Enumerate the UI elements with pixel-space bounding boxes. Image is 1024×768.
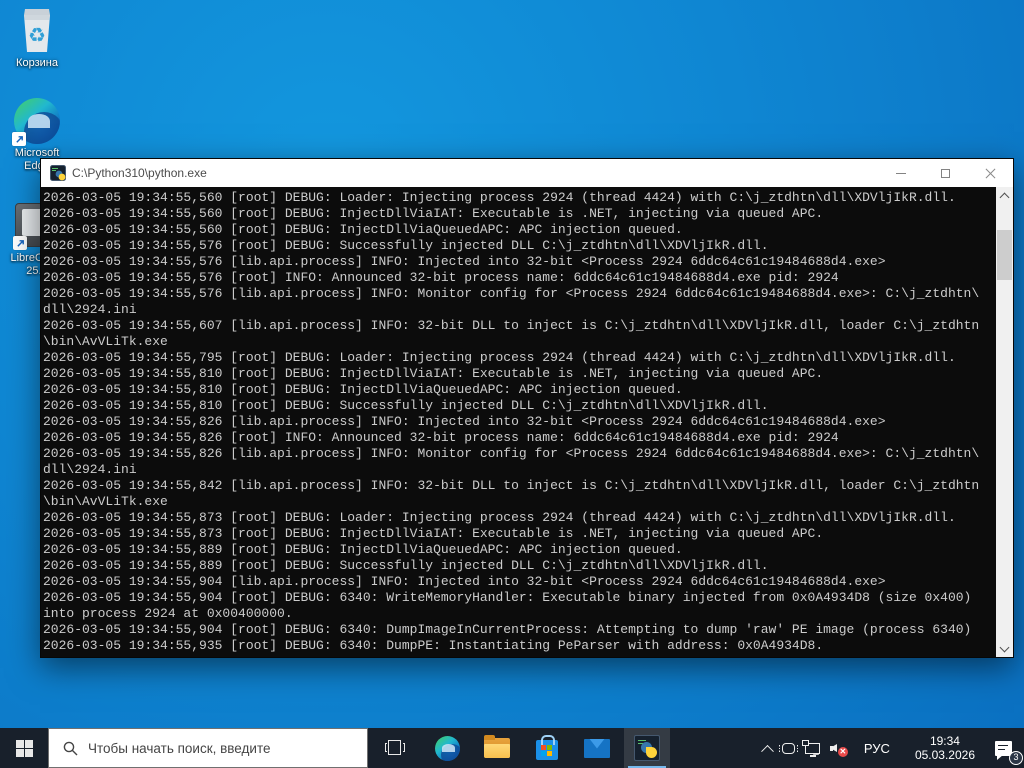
console-line: 2026-03-05 19:34:55,904 [root] DEBUG: 63…	[43, 590, 972, 605]
python-console-icon	[634, 735, 660, 761]
console-line: 2026-03-05 19:34:55,576 [lib.api.process…	[43, 254, 886, 269]
console-line: 2026-03-05 19:34:55,826 [lib.api.process…	[43, 446, 980, 461]
recycle-bin-label: Корзина	[16, 57, 58, 69]
language-label: РУС	[863, 740, 890, 756]
console-line: \bin\AvVLiTk.exe	[43, 494, 168, 509]
volume-muted-icon: ✕	[829, 741, 848, 757]
console-line: 2026-03-05 19:34:55,873 [root] DEBUG: Lo…	[43, 510, 956, 525]
console-titlebar[interactable]: C:\Python310\python.exe	[41, 159, 1013, 187]
taskbar: ✕ РУС 19:34 05.03.2026 3	[0, 728, 1024, 768]
taskbar-edge-button[interactable]	[424, 728, 470, 768]
console-line: 2026-03-05 19:34:55,560 [root] DEBUG: In…	[43, 206, 824, 221]
recycle-bin-icon: ♻	[17, 6, 57, 54]
clock-date: 05.03.2026	[914, 748, 975, 762]
start-button[interactable]	[0, 728, 48, 768]
console-line: 2026-03-05 19:34:55,576 [root] INFO: Ann…	[43, 270, 839, 285]
desktop: ♻ Корзина Microsoft Edge LibreOffice 25.…	[0, 0, 1024, 768]
clock-time: 19:34	[929, 734, 960, 748]
chevron-up-icon	[761, 744, 774, 758]
maximize-icon	[941, 168, 950, 178]
tray-expand-button[interactable]	[758, 728, 777, 768]
task-view-button[interactable]	[372, 728, 418, 768]
clock[interactable]: 19:34 05.03.2026	[903, 728, 987, 768]
console-line: 2026-03-05 19:34:55,560 [root] DEBUG: Lo…	[43, 190, 956, 205]
console-line: 2026-03-05 19:34:55,607 [lib.api.process…	[43, 318, 980, 333]
console-line: dll\2924.ini	[43, 462, 137, 477]
console-line: 2026-03-05 19:34:55,810 [root] DEBUG: Su…	[43, 398, 769, 413]
search-input[interactable]	[88, 740, 328, 756]
taskbar-mail-button[interactable]	[574, 728, 620, 768]
tray-device-button[interactable]	[777, 728, 800, 768]
tray-volume-button[interactable]: ✕	[825, 728, 851, 768]
desktop-icon-recycle-bin[interactable]: ♻ Корзина	[0, 6, 74, 70]
taskbar-explorer-button[interactable]	[474, 728, 520, 768]
console-body: 2026-03-05 19:34:55,560 [root] DEBUG: Lo…	[41, 187, 1013, 657]
close-button[interactable]	[968, 159, 1013, 187]
close-icon	[985, 168, 996, 179]
device-icon	[778, 742, 798, 754]
console-line: 2026-03-05 19:34:55,889 [root] DEBUG: In…	[43, 542, 683, 557]
scrollbar[interactable]	[996, 187, 1013, 657]
taskbar-store-button[interactable]	[524, 728, 570, 768]
language-indicator[interactable]: РУС	[851, 728, 903, 768]
shortcut-arrow-icon	[12, 132, 26, 146]
console-line: dll\2924.ini	[43, 302, 137, 317]
minimize-button[interactable]	[878, 159, 923, 187]
notification-badge: 3	[1009, 751, 1023, 765]
console-line: 2026-03-05 19:34:55,889 [root] DEBUG: Su…	[43, 558, 769, 573]
console-line: 2026-03-05 19:34:55,904 [lib.api.process…	[43, 574, 886, 589]
task-view-icon	[385, 740, 405, 756]
console-line: 2026-03-05 19:34:55,810 [root] DEBUG: In…	[43, 382, 683, 397]
taskbar-python-button[interactable]	[624, 728, 670, 768]
console-line: 2026-03-05 19:34:55,795 [root] DEBUG: Lo…	[43, 350, 956, 365]
console-line: 2026-03-05 19:34:55,842 [lib.api.process…	[43, 478, 980, 493]
console-line: 2026-03-05 19:34:55,810 [root] DEBUG: In…	[43, 366, 824, 381]
console-line: 2026-03-05 19:34:55,904 [root] DEBUG: 63…	[43, 622, 972, 637]
minimize-icon	[895, 172, 906, 174]
mute-badge-icon: ✕	[837, 747, 848, 757]
console-line: 2026-03-05 19:34:55,826 [root] INFO: Ann…	[43, 430, 839, 445]
shortcut-arrow-icon	[13, 236, 27, 250]
python-console-icon	[50, 165, 66, 181]
console-output: 2026-03-05 19:34:55,560 [root] DEBUG: Lo…	[41, 187, 996, 657]
scrollbar-thumb[interactable]	[997, 230, 1012, 280]
mail-icon	[584, 738, 610, 758]
console-line: into process 2924 at 0x00400000.	[43, 606, 293, 621]
network-icon	[801, 739, 820, 757]
window-title: C:\Python310\python.exe	[72, 166, 207, 180]
console-line: 2026-03-05 19:34:55,935 [root] DEBUG: 63…	[43, 638, 824, 653]
system-tray: ✕ РУС 19:34 05.03.2026 3	[758, 728, 1024, 768]
file-explorer-icon	[484, 735, 510, 758]
taskbar-search[interactable]	[48, 728, 368, 768]
console-line: 2026-03-05 19:34:55,826 [lib.api.process…	[43, 414, 886, 429]
action-center-button[interactable]: 3	[987, 728, 1024, 768]
maximize-button[interactable]	[923, 159, 968, 187]
edge-icon	[434, 735, 460, 761]
console-window: C:\Python310\python.exe 2026-03-05 19:34…	[40, 158, 1014, 658]
scroll-up-icon[interactable]	[996, 187, 1013, 204]
console-line: 2026-03-05 19:34:55,576 [root] DEBUG: Su…	[43, 238, 769, 253]
console-line: 2026-03-05 19:34:55,560 [root] DEBUG: In…	[43, 222, 683, 237]
search-icon	[63, 741, 78, 755]
scrollbar-track[interactable]	[996, 204, 1013, 640]
windows-logo-icon	[15, 739, 33, 757]
console-line: 2026-03-05 19:34:55,576 [lib.api.process…	[43, 286, 980, 301]
scroll-down-icon[interactable]	[996, 640, 1013, 657]
microsoft-store-icon	[536, 735, 558, 760]
edge-icon	[12, 98, 60, 146]
svg-text:♻: ♻	[28, 25, 46, 47]
console-line: \bin\AvVLiTk.exe	[43, 334, 168, 349]
console-line: 2026-03-05 19:34:55,873 [root] DEBUG: In…	[43, 526, 824, 541]
tray-network-button[interactable]	[800, 728, 825, 768]
